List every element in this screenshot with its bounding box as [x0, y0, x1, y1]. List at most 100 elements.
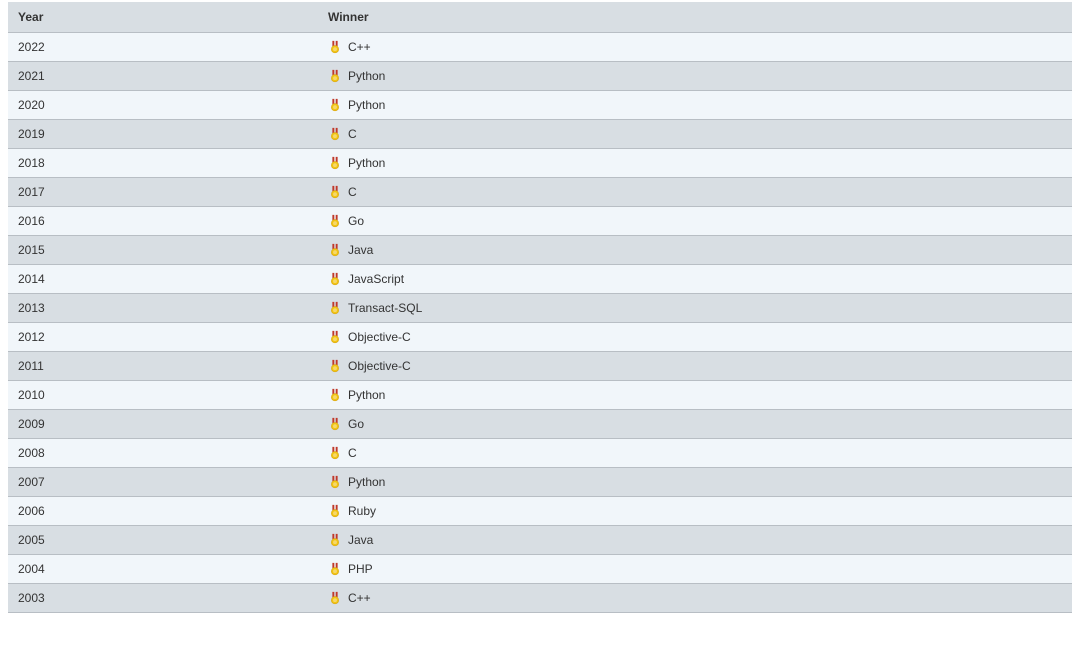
winner-name: PHP: [348, 562, 373, 576]
table-row: 2008 C: [8, 439, 1072, 468]
cell-year: 2003: [8, 584, 318, 613]
medal-icon: [328, 388, 342, 402]
cell-winner: Objective-C: [318, 352, 1072, 381]
medal-icon: [328, 417, 342, 431]
cell-winner: Java: [318, 236, 1072, 265]
cell-year: 2017: [8, 178, 318, 207]
cell-winner: Python: [318, 91, 1072, 120]
cell-year: 2006: [8, 497, 318, 526]
cell-year: 2010: [8, 381, 318, 410]
winner-name: C: [348, 185, 357, 199]
table-body: 2022 C++2021 Python2020 Python2019 C2018…: [8, 33, 1072, 613]
winner-name: C++: [348, 591, 371, 605]
winner-name: Python: [348, 156, 385, 170]
winner-name: Objective-C: [348, 330, 411, 344]
medal-icon: [328, 562, 342, 576]
winner-name: JavaScript: [348, 272, 404, 286]
medal-icon: [328, 591, 342, 605]
winner-name: Transact-SQL: [348, 301, 422, 315]
table-row: 2021 Python: [8, 62, 1072, 91]
cell-winner: C: [318, 178, 1072, 207]
cell-year: 2007: [8, 468, 318, 497]
winner-name: Python: [348, 98, 385, 112]
cell-winner: Go: [318, 410, 1072, 439]
cell-year: 2022: [8, 33, 318, 62]
cell-winner: Java: [318, 526, 1072, 555]
table-row: 2018 Python: [8, 149, 1072, 178]
table-row: 2014 JavaScript: [8, 265, 1072, 294]
cell-year: 2005: [8, 526, 318, 555]
medal-icon: [328, 40, 342, 54]
medal-icon: [328, 475, 342, 489]
cell-winner: C++: [318, 33, 1072, 62]
table-row: 2022 C++: [8, 33, 1072, 62]
winner-name: Python: [348, 69, 385, 83]
winner-name: Ruby: [348, 504, 376, 518]
cell-year: 2016: [8, 207, 318, 236]
medal-icon: [328, 69, 342, 83]
cell-year: 2021: [8, 62, 318, 91]
table-row: 2006 Ruby: [8, 497, 1072, 526]
winner-name: Python: [348, 388, 385, 402]
winner-name: Java: [348, 533, 373, 547]
table-row: 2016 Go: [8, 207, 1072, 236]
medal-icon: [328, 272, 342, 286]
winner-name: Go: [348, 417, 364, 431]
cell-year: 2013: [8, 294, 318, 323]
table-row: 2003 C++: [8, 584, 1072, 613]
cell-year: 2020: [8, 91, 318, 120]
medal-icon: [328, 446, 342, 460]
cell-year: 2014: [8, 265, 318, 294]
medal-icon: [328, 504, 342, 518]
winner-name: Java: [348, 243, 373, 257]
header-year: Year: [8, 2, 318, 33]
medal-icon: [328, 359, 342, 373]
table-row: 2019 C: [8, 120, 1072, 149]
table-header-row: Year Winner: [8, 2, 1072, 33]
medal-icon: [328, 185, 342, 199]
medal-icon: [328, 243, 342, 257]
cell-year: 2008: [8, 439, 318, 468]
cell-year: 2019: [8, 120, 318, 149]
cell-winner: Python: [318, 62, 1072, 91]
cell-year: 2012: [8, 323, 318, 352]
cell-winner: Python: [318, 149, 1072, 178]
table-row: 2004 PHP: [8, 555, 1072, 584]
table-row: 2005 Java: [8, 526, 1072, 555]
cell-winner: C: [318, 439, 1072, 468]
table-row: 2007 Python: [8, 468, 1072, 497]
winner-name: Go: [348, 214, 364, 228]
cell-winner: Transact-SQL: [318, 294, 1072, 323]
cell-year: 2004: [8, 555, 318, 584]
table-row: 2011 Objective-C: [8, 352, 1072, 381]
cell-year: 2011: [8, 352, 318, 381]
medal-icon: [328, 98, 342, 112]
table-row: 2009 Go: [8, 410, 1072, 439]
table-row: 2013 Transact-SQL: [8, 294, 1072, 323]
table-row: 2015 Java: [8, 236, 1072, 265]
cell-winner: PHP: [318, 555, 1072, 584]
header-winner: Winner: [318, 2, 1072, 33]
winners-table: Year Winner 2022 C++2021 Python2020 Pyth…: [8, 2, 1072, 613]
cell-year: 2018: [8, 149, 318, 178]
table-row: 2017 C: [8, 178, 1072, 207]
winner-name: Objective-C: [348, 359, 411, 373]
table-row: 2012 Objective-C: [8, 323, 1072, 352]
medal-icon: [328, 127, 342, 141]
cell-winner: C: [318, 120, 1072, 149]
medal-icon: [328, 330, 342, 344]
medal-icon: [328, 533, 342, 547]
cell-winner: C++: [318, 584, 1072, 613]
cell-winner: Python: [318, 381, 1072, 410]
winner-name: C++: [348, 40, 371, 54]
medal-icon: [328, 156, 342, 170]
table-row: 2020 Python: [8, 91, 1072, 120]
cell-winner: JavaScript: [318, 265, 1072, 294]
table-row: 2010 Python: [8, 381, 1072, 410]
winner-name: Python: [348, 475, 385, 489]
cell-winner: Objective-C: [318, 323, 1072, 352]
winner-name: C: [348, 446, 357, 460]
medal-icon: [328, 301, 342, 315]
medal-icon: [328, 214, 342, 228]
cell-winner: Ruby: [318, 497, 1072, 526]
